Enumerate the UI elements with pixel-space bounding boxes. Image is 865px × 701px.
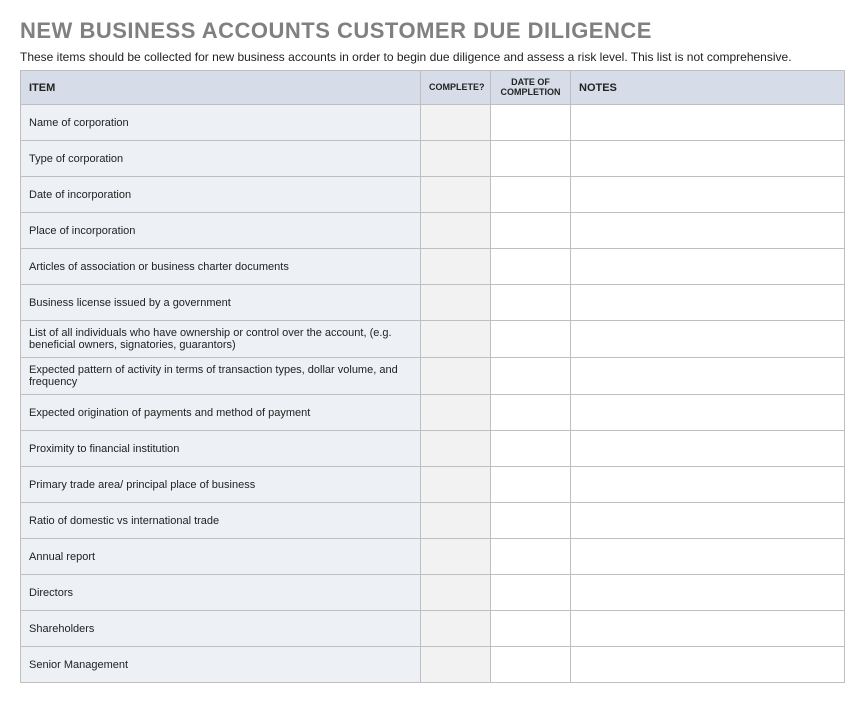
complete-cell[interactable]: [421, 285, 491, 321]
complete-cell[interactable]: [421, 467, 491, 503]
item-cell: Date of incorporation: [21, 177, 421, 213]
item-cell: Directors: [21, 575, 421, 611]
table-row: Annual report: [21, 539, 845, 575]
date-cell[interactable]: [491, 321, 571, 358]
table-row: Ratio of domestic vs international trade: [21, 503, 845, 539]
notes-cell[interactable]: [571, 358, 845, 395]
complete-cell[interactable]: [421, 575, 491, 611]
table-row: Primary trade area/ principal place of b…: [21, 467, 845, 503]
date-cell[interactable]: [491, 647, 571, 683]
notes-cell[interactable]: [571, 285, 845, 321]
table-row: Shareholders: [21, 611, 845, 647]
notes-cell[interactable]: [571, 503, 845, 539]
item-cell: Senior Management: [21, 647, 421, 683]
notes-cell[interactable]: [571, 575, 845, 611]
table-row: Date of incorporation: [21, 177, 845, 213]
header-notes: NOTES: [571, 71, 845, 105]
item-cell: Type of corporation: [21, 141, 421, 177]
date-cell[interactable]: [491, 467, 571, 503]
table-row: Proximity to financial institution: [21, 431, 845, 467]
date-cell[interactable]: [491, 503, 571, 539]
date-cell[interactable]: [491, 177, 571, 213]
date-cell[interactable]: [491, 395, 571, 431]
table-row: Senior Management: [21, 647, 845, 683]
page-title: NEW BUSINESS ACCOUNTS CUSTOMER DUE DILIG…: [20, 18, 845, 44]
notes-cell[interactable]: [571, 647, 845, 683]
table-row: List of all individuals who have ownersh…: [21, 321, 845, 358]
complete-cell[interactable]: [421, 358, 491, 395]
date-cell[interactable]: [491, 105, 571, 141]
table-row: Expected pattern of activity in terms of…: [21, 358, 845, 395]
table-row: Business license issued by a government: [21, 285, 845, 321]
item-cell: Primary trade area/ principal place of b…: [21, 467, 421, 503]
header-complete: COMPLETE?: [421, 71, 491, 105]
notes-cell[interactable]: [571, 321, 845, 358]
notes-cell[interactable]: [571, 249, 845, 285]
date-cell[interactable]: [491, 611, 571, 647]
due-diligence-table: ITEM COMPLETE? DATE OF COMPLETION NOTES …: [20, 70, 845, 683]
notes-cell[interactable]: [571, 105, 845, 141]
table-row: Directors: [21, 575, 845, 611]
complete-cell[interactable]: [421, 503, 491, 539]
complete-cell[interactable]: [421, 539, 491, 575]
date-cell[interactable]: [491, 575, 571, 611]
notes-cell[interactable]: [571, 611, 845, 647]
table-header-row: ITEM COMPLETE? DATE OF COMPLETION NOTES: [21, 71, 845, 105]
header-date: DATE OF COMPLETION: [491, 71, 571, 105]
date-cell[interactable]: [491, 249, 571, 285]
complete-cell[interactable]: [421, 611, 491, 647]
table-row: Place of incorporation: [21, 213, 845, 249]
table-row: Expected origination of payments and met…: [21, 395, 845, 431]
complete-cell[interactable]: [421, 249, 491, 285]
complete-cell[interactable]: [421, 213, 491, 249]
notes-cell[interactable]: [571, 467, 845, 503]
complete-cell[interactable]: [421, 431, 491, 467]
date-cell[interactable]: [491, 141, 571, 177]
date-cell[interactable]: [491, 358, 571, 395]
date-cell[interactable]: [491, 213, 571, 249]
header-item: ITEM: [21, 71, 421, 105]
complete-cell[interactable]: [421, 177, 491, 213]
item-cell: Articles of association or business char…: [21, 249, 421, 285]
complete-cell[interactable]: [421, 105, 491, 141]
table-row: Articles of association or business char…: [21, 249, 845, 285]
notes-cell[interactable]: [571, 141, 845, 177]
item-cell: List of all individuals who have ownersh…: [21, 321, 421, 358]
complete-cell[interactable]: [421, 647, 491, 683]
notes-cell[interactable]: [571, 177, 845, 213]
item-cell: Expected origination of payments and met…: [21, 395, 421, 431]
notes-cell[interactable]: [571, 395, 845, 431]
page-subtitle: These items should be collected for new …: [20, 50, 845, 64]
item-cell: Proximity to financial institution: [21, 431, 421, 467]
date-cell[interactable]: [491, 539, 571, 575]
date-cell[interactable]: [491, 431, 571, 467]
complete-cell[interactable]: [421, 395, 491, 431]
item-cell: Annual report: [21, 539, 421, 575]
notes-cell[interactable]: [571, 539, 845, 575]
item-cell: Name of corporation: [21, 105, 421, 141]
item-cell: Business license issued by a government: [21, 285, 421, 321]
complete-cell[interactable]: [421, 141, 491, 177]
table-row: Name of corporation: [21, 105, 845, 141]
date-cell[interactable]: [491, 285, 571, 321]
item-cell: Expected pattern of activity in terms of…: [21, 358, 421, 395]
complete-cell[interactable]: [421, 321, 491, 358]
item-cell: Place of incorporation: [21, 213, 421, 249]
item-cell: Ratio of domestic vs international trade: [21, 503, 421, 539]
notes-cell[interactable]: [571, 431, 845, 467]
notes-cell[interactable]: [571, 213, 845, 249]
table-row: Type of corporation: [21, 141, 845, 177]
item-cell: Shareholders: [21, 611, 421, 647]
